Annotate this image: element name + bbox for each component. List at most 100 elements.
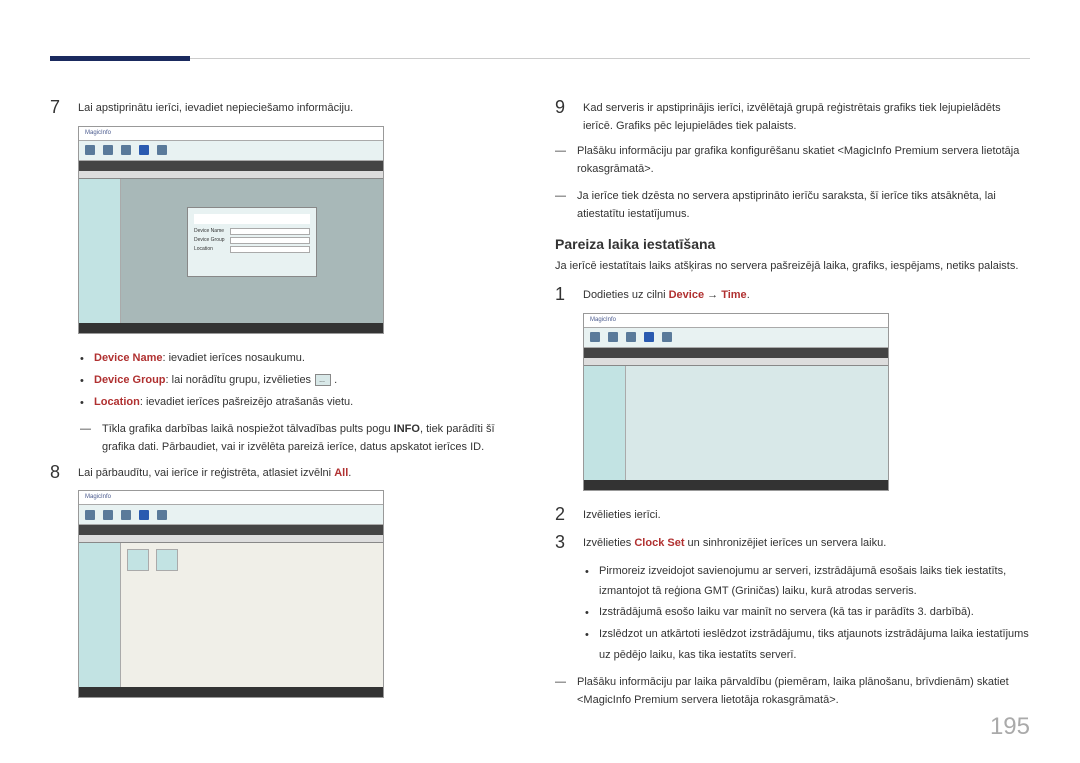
bullet-device-group: • Device Group: lai norādītu grupu, izvē… xyxy=(80,370,525,392)
group-button-icon xyxy=(315,374,331,386)
step-number: 2 xyxy=(555,505,571,525)
dash-text: Plašāku informāciju par grafika konfigur… xyxy=(577,143,1030,178)
step-text: Dodieties uz cilni Device → Time. xyxy=(583,285,1030,305)
bullet-text: Izstrādājumā esošo laiku var mainīt no s… xyxy=(599,602,974,623)
step-text: Izvēlieties ierīci. xyxy=(583,505,1030,525)
field-row: Device Name xyxy=(194,228,310,235)
toolbar-icon xyxy=(103,510,113,520)
bullet-item: • Pirmoreiz izveidojot savienojumu ar se… xyxy=(585,561,1030,603)
section-title: Pareiza laika iestatīšana xyxy=(555,236,1030,252)
bullet-item: • Izslēdzot un atkārtoti ieslēdzot izstr… xyxy=(585,624,1030,666)
bullet-dot: • xyxy=(585,561,591,583)
dash-text: Tīkla grafika darbības laikā nospiežot t… xyxy=(102,421,525,456)
bullet-device-name: • Device Name: ievadiet ierīces nosaukum… xyxy=(80,348,525,370)
step-7: 7 Lai apstiprinātu ierīci, ievadiet nepi… xyxy=(50,98,525,118)
toolbar-icon xyxy=(608,332,618,342)
dash-note: ― Ja ierīce tiek dzēsta no servera apsti… xyxy=(555,188,1030,223)
footer xyxy=(79,687,383,697)
bullet-list: • Device Name: ievadiet ierīces nosaukum… xyxy=(80,348,525,414)
step-number: 1 xyxy=(555,285,571,305)
toolbar-icon xyxy=(157,145,167,155)
bullet-item: • Izstrādājumā esošo laiku var mainīt no… xyxy=(585,602,1030,624)
tabs xyxy=(584,358,888,366)
sidebar xyxy=(584,366,626,480)
bullet-text: Izslēdzot un atkārtoti ieslēdzot izstrād… xyxy=(599,624,1030,666)
step-2: 2 Izvēlieties ierīci. xyxy=(555,505,1030,525)
dash-icon: ― xyxy=(555,188,571,223)
screenshot-time-settings: MagicInfo xyxy=(583,313,889,491)
left-column: 7 Lai apstiprinātu ierīci, ievadiet nepi… xyxy=(50,98,525,719)
menubar xyxy=(79,161,383,171)
step-text: Lai pārbaudītu, vai ierīce ir reģistrēta… xyxy=(78,463,525,483)
field-label: Device Name xyxy=(194,228,226,234)
field-input xyxy=(230,228,310,235)
content-columns: 7 Lai apstiprinātu ierīci, ievadiet nepi… xyxy=(50,98,1030,719)
dialog-header xyxy=(194,214,310,224)
step-text: Lai apstiprinātu ierīci, ievadiet nepiec… xyxy=(78,98,525,118)
sidebar xyxy=(79,543,121,687)
toolbar xyxy=(584,328,888,348)
grid-item xyxy=(127,549,149,571)
screenshot-device-list: MagicInfo xyxy=(78,490,384,698)
toolbar-icon xyxy=(103,145,113,155)
field-row: Location xyxy=(194,246,310,253)
screenshot-device-approval: MagicInfo Device Name Device Group Locat… xyxy=(78,126,384,334)
bullet-dot: • xyxy=(585,602,591,624)
dash-note: ― Plašāku informāciju par grafika konfig… xyxy=(555,143,1030,178)
step-text: Kad serveris ir apstiprinājis ierīci, iz… xyxy=(583,98,1030,135)
tabs xyxy=(79,171,383,179)
field-row: Device Group xyxy=(194,237,310,244)
body xyxy=(584,366,888,480)
toolbar-icon xyxy=(157,510,167,520)
toolbar-icon xyxy=(662,332,672,342)
dash-text: Plašāku informāciju par laika pārvaldību… xyxy=(577,674,1030,709)
dash-note: ― Plašāku informāciju par laika pārvaldī… xyxy=(555,674,1030,709)
app-title: MagicInfo xyxy=(584,314,888,328)
field-input xyxy=(230,246,310,253)
step-text: Izvēlieties Clock Set un sinhronizējiet … xyxy=(583,533,1030,553)
toolbar-icon xyxy=(139,510,149,520)
body xyxy=(79,543,383,687)
step-number: 3 xyxy=(555,533,571,553)
bullet-text: Location: ievadiet ierīces pašreizējo at… xyxy=(94,392,353,413)
time-grid xyxy=(626,366,888,480)
bullet-dot: • xyxy=(80,348,86,370)
bullet-dot: • xyxy=(80,370,86,392)
bullet-text: Device Group: lai norādītu grupu, izvēli… xyxy=(94,370,337,391)
dash-note: ― Tīkla grafika darbības laikā nospiežot… xyxy=(80,421,525,456)
bullet-text: Pirmoreiz izveidojot savienojumu ar serv… xyxy=(599,561,1030,603)
toolbar-icon xyxy=(139,145,149,155)
step-number: 9 xyxy=(555,98,571,118)
main-area: Device Name Device Group Location xyxy=(121,179,383,323)
step-1: 1 Dodieties uz cilni Device → Time. xyxy=(555,285,1030,305)
dash-text: Ja ierīce tiek dzēsta no servera apstipr… xyxy=(577,188,1030,223)
toolbar-icon xyxy=(626,332,636,342)
bullet-location: • Location: ievadiet ierīces pašreizējo … xyxy=(80,392,525,414)
tabs xyxy=(79,535,383,543)
page-number: 195 xyxy=(990,713,1030,741)
toolbar-icon xyxy=(590,332,600,342)
step-number: 8 xyxy=(50,463,66,483)
footer xyxy=(79,323,383,333)
bullet-text: Device Name: ievadiet ierīces nosaukumu. xyxy=(94,348,305,369)
bullet-dot: • xyxy=(585,624,591,646)
step-8: 8 Lai pārbaudītu, vai ierīce ir reģistrē… xyxy=(50,463,525,483)
menubar xyxy=(584,348,888,358)
step-9: 9 Kad serveris ir apstiprinājis ierīci, … xyxy=(555,98,1030,135)
footer xyxy=(584,480,888,490)
toolbar-icon xyxy=(121,510,131,520)
field-label: Location xyxy=(194,246,226,252)
header-accent xyxy=(50,56,190,61)
toolbar-icon xyxy=(85,145,95,155)
step-number: 7 xyxy=(50,98,66,118)
toolbar xyxy=(79,505,383,525)
menubar xyxy=(79,525,383,535)
grid xyxy=(121,543,383,687)
app-title: MagicInfo xyxy=(79,491,383,505)
field-input xyxy=(230,237,310,244)
dash-icon: ― xyxy=(555,674,571,709)
step-3: 3 Izvēlieties Clock Set un sinhronizējie… xyxy=(555,533,1030,553)
sidebar xyxy=(79,179,121,323)
toolbar-icon xyxy=(85,510,95,520)
bullet-list: • Pirmoreiz izveidojot savienojumu ar se… xyxy=(585,561,1030,666)
